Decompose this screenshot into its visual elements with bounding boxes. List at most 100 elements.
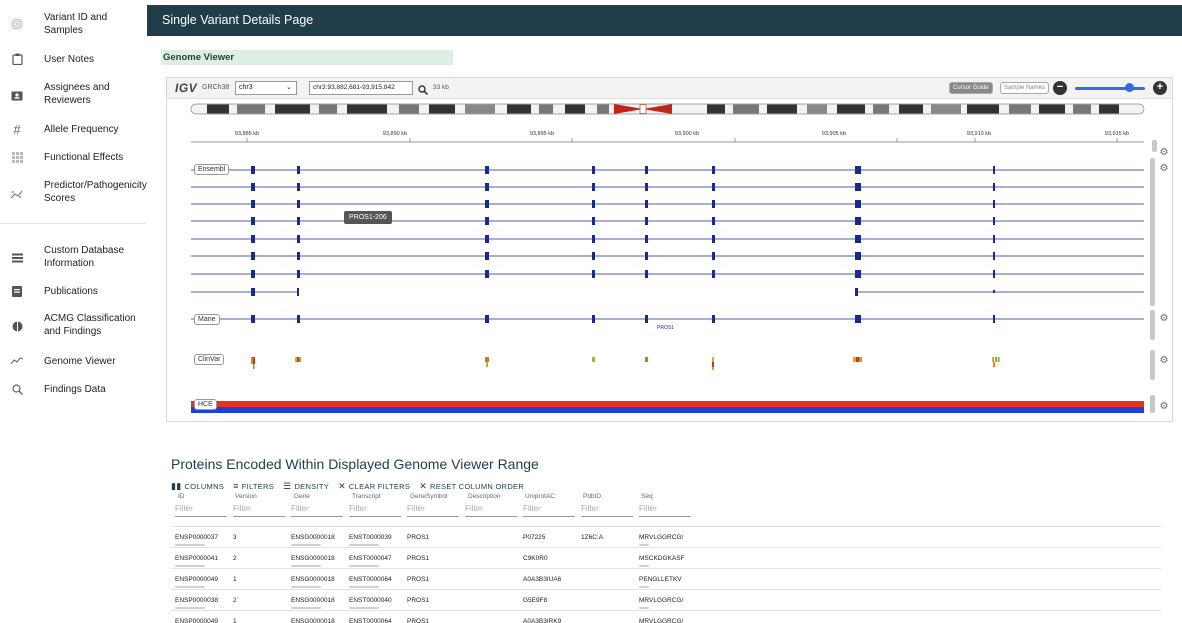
columns-button[interactable]: ▮▮ COLUMNS (171, 480, 224, 492)
sidebar-item-genome-viewer[interactable]: Genome Viewer (0, 352, 146, 370)
sample-names-button[interactable]: Sample Names (1000, 82, 1050, 94)
sidebar-item-custom-database[interactable]: Custom Database Information (0, 243, 146, 271)
ensembl-track[interactable] (191, 166, 1144, 296)
sidebar-item-publications[interactable]: Publications (0, 282, 146, 300)
column-filter-input[interactable]: Filter (233, 504, 285, 517)
cell-scrollbar[interactable] (639, 565, 649, 567)
table-cell: PROS1 (407, 597, 430, 604)
sidebar-item-label: ACMG Classification and Findings (44, 313, 136, 337)
app: Variant ID and Samples User Notes Assign… (0, 0, 1182, 623)
table-row[interactable]: ENSP0000041 2 ENSG0000018 ENST0000047 PROS1 C… (171, 547, 1161, 569)
ruler-scrollbar[interactable] (1152, 140, 1157, 152)
sidebar-item-user-notes[interactable]: User Notes (0, 50, 146, 68)
table-cell: ENST0000040 (349, 597, 392, 604)
cell-scrollbar[interactable] (349, 544, 379, 546)
table-row[interactable]: ENSP0000037 3 ENSG0000018 ENST0000039 PROS1 P… (171, 526, 1161, 548)
cell-scrollbar[interactable] (639, 586, 649, 588)
clinvar-scrollbar[interactable] (1150, 350, 1155, 380)
column-header[interactable]: ID (178, 493, 185, 500)
table-row[interactable]: ENSP0000038 2 ENSG0000018 ENST0000040 PROS1 G… (171, 589, 1161, 611)
mane-track-label[interactable]: Mane (194, 314, 220, 325)
chromosome-ideogram[interactable] (190, 103, 1145, 115)
sidebar-item-findings-data[interactable]: Findings Data (0, 380, 146, 398)
column-header[interactable]: UniprotAC (525, 493, 555, 500)
cell-scrollbar[interactable] (349, 607, 379, 609)
cell-scrollbar[interactable] (291, 586, 321, 588)
column-filter-input[interactable]: Filter (291, 504, 343, 517)
hce-scrollbar[interactable] (1150, 395, 1155, 413)
cell-scrollbar[interactable] (291, 544, 321, 546)
column-header[interactable]: Description (468, 493, 501, 500)
zoom-slider[interactable] (1075, 87, 1145, 90)
gear-icon[interactable]: ⚙ (1159, 402, 1169, 412)
clinvar-track-label[interactable]: ClinVar (194, 354, 225, 365)
cell-scrollbar[interactable] (349, 586, 379, 588)
ensembl-track-label[interactable]: Ensembl (194, 164, 230, 175)
cell-scrollbar[interactable] (349, 565, 379, 567)
cell-scrollbar[interactable] (291, 565, 321, 567)
zoom-slider-thumb[interactable] (1125, 83, 1134, 92)
cell-scrollbar[interactable] (639, 607, 649, 609)
column-filter-input[interactable]: Filter (523, 504, 575, 517)
sidebar-item-variant-id[interactable]: Variant ID and Samples (0, 10, 146, 38)
clinvar-track[interactable] (251, 357, 1000, 370)
clear-filters-button[interactable]: ✕ CLEAR FILTERS (338, 480, 410, 492)
column-filter-input[interactable]: Filter (407, 504, 459, 517)
scatter-icon (10, 187, 24, 201)
gear-icon[interactable]: ⚙ (1159, 356, 1169, 366)
cell-scrollbar[interactable] (175, 565, 205, 567)
ensembl-scrollbar[interactable] (1150, 158, 1155, 306)
reset-column-order-button[interactable]: ✕ RESET COLUMN ORDER (419, 480, 524, 492)
column-header[interactable]: Gene (294, 493, 310, 500)
ruler-tick-label: 93,885 kb (235, 131, 259, 137)
table-cell: MSCKDGKASF (639, 555, 685, 562)
column-filter-input[interactable]: Filter (349, 504, 401, 517)
table-cell: ENST0000064 (349, 576, 392, 583)
gear-icon[interactable]: ⚙ (1159, 164, 1169, 174)
column-filter-input[interactable]: Filter (639, 504, 691, 517)
column-header[interactable]: GeneSymbol (410, 493, 448, 500)
hce-track-label[interactable]: HCE (194, 399, 217, 410)
density-button[interactable]: ☰ DENSITY (283, 480, 329, 492)
sidebar-item-allele-frequency[interactable]: # Allele Frequency (0, 120, 146, 138)
cell-scrollbar[interactable] (175, 544, 205, 546)
table-cell: G5E9F8 (523, 597, 548, 604)
chromosome-select[interactable]: chr3 ⌄ (235, 81, 297, 95)
search-icon[interactable] (418, 82, 429, 96)
gear-icon[interactable]: ⚙ (1159, 148, 1169, 158)
sidebar-item-acmg[interactable]: ACMG Classification and Findings (0, 311, 146, 339)
table-row[interactable]: ENSP0000049 1 ENSG0000018 ENST0000064 PROS1 A… (171, 610, 1161, 623)
cursor-guide-button[interactable]: Cursor Guide (949, 82, 993, 94)
gear-icon[interactable]: ⚙ (1159, 314, 1169, 324)
column-filter-input[interactable]: Filter (581, 504, 633, 517)
column-filter-input[interactable]: Filter (465, 504, 517, 517)
column-header[interactable]: PdbID (583, 493, 601, 500)
sidebar-item-functional-effects[interactable]: Functional Effects (0, 148, 146, 166)
cell-scrollbar[interactable] (175, 586, 205, 588)
zoom-in-button[interactable]: + (1153, 81, 1167, 95)
close-icon: ✕ (419, 480, 428, 491)
column-header[interactable]: Version (235, 493, 257, 500)
sidebar-item-assignees[interactable]: Assignees and Reviewers (0, 80, 146, 108)
column-header[interactable]: Transcript (352, 493, 381, 500)
table-row[interactable]: ENSP0000049 1 ENSG0000018 ENST0000064 PROS1 A… (171, 568, 1161, 590)
mane-track[interactable]: PROS1 (191, 315, 1144, 331)
column-filter-input[interactable]: Filter (175, 504, 227, 517)
igv-logo: IGV (175, 81, 198, 95)
sidebar-item-predictor-scores[interactable]: Predictor/Pathogenicity Scores (0, 178, 147, 206)
table-cell: P07225 (523, 534, 546, 541)
column-header[interactable]: Seq (641, 493, 653, 500)
zoom-out-button[interactable]: − (1053, 81, 1067, 95)
sidebar-item-label: Findings Data (44, 384, 106, 395)
hce-track[interactable] (191, 401, 1144, 413)
locus-input[interactable]: chr3:93,882,681-93,915,842 (309, 81, 413, 95)
cell-scrollbar[interactable] (639, 544, 649, 546)
igv-tracks: 93,885 kb 93,890 kb 93,895 kb 93,900 kb … (190, 103, 1145, 413)
genome-label[interactable]: GRCh38 (202, 84, 229, 91)
mane-scrollbar[interactable] (1150, 310, 1155, 340)
drop-icon (10, 319, 24, 333)
cell-scrollbar[interactable] (291, 607, 321, 609)
filters-button[interactable]: ≡ FILTERS (233, 480, 274, 492)
ruler: 93,885 kb 93,890 kb 93,895 kb 93,900 kb … (191, 131, 1144, 143)
cell-scrollbar[interactable] (175, 607, 205, 609)
